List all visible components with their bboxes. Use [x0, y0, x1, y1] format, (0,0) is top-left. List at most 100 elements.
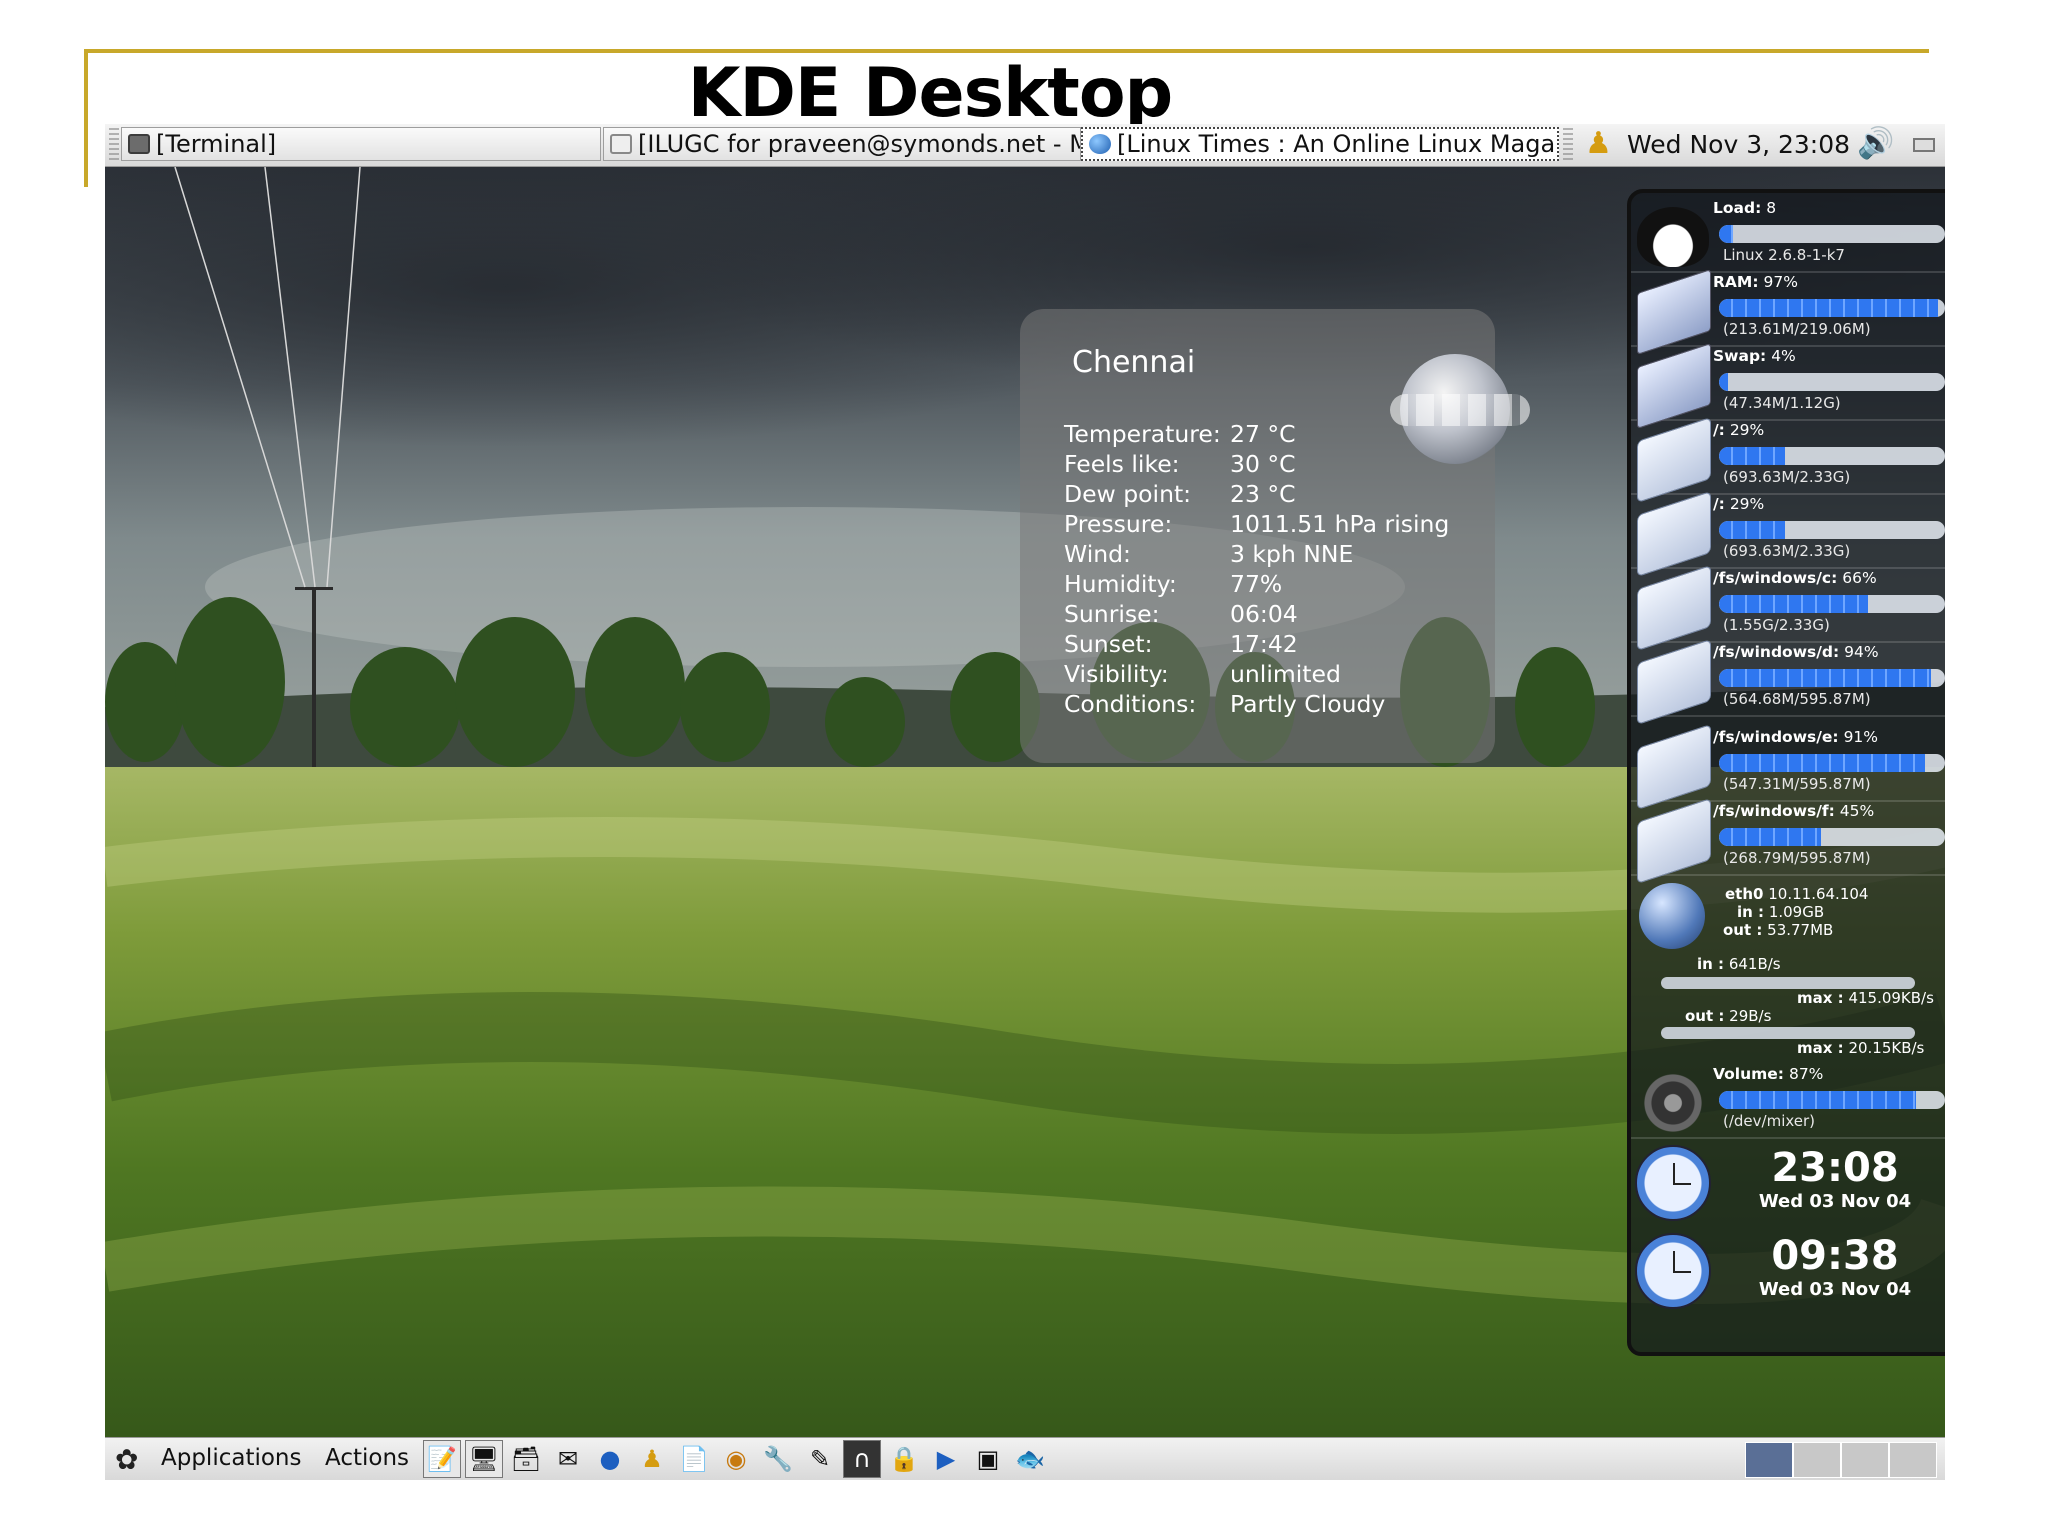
swap-bar	[1719, 373, 1945, 391]
weather-row: Feels like: 30 °C	[1064, 449, 1449, 479]
workspace-3[interactable]	[1841, 1442, 1889, 1478]
person-icon[interactable]: ♟	[1585, 126, 1612, 161]
disk-bar	[1719, 669, 1945, 687]
network-in-max: max : 415.09KB/s	[1797, 989, 1934, 1007]
lock-icon[interactable]: 🔒	[885, 1440, 923, 1478]
arch-icon[interactable]: ∩	[843, 1440, 881, 1478]
notes-icon[interactable]: 📝	[423, 1440, 461, 1478]
terminal-icon	[128, 134, 150, 154]
keyboard-icon[interactable]	[1913, 138, 1935, 152]
weather-row: Sunrise: 06:04	[1064, 599, 1449, 629]
disk-bar	[1719, 447, 1945, 465]
monitor-windows-d: /fs/windows/d: 94% (564.68M/595.87M)	[1631, 638, 1945, 726]
fish-icon[interactable]: 🐟	[1011, 1440, 1049, 1478]
weather-label: Pressure:	[1064, 510, 1173, 538]
weather-row: Wind: 3 kph NNE	[1064, 539, 1449, 569]
gnome-foot-icon[interactable]: ✿	[115, 1443, 138, 1476]
monitor-label: /fs/windows/e: 91%	[1713, 728, 1879, 746]
weather-label: Temperature:	[1064, 420, 1221, 448]
disk-bar	[1719, 521, 1945, 539]
workspace-2[interactable]	[1793, 1442, 1841, 1478]
panel-grip[interactable]	[1563, 128, 1573, 162]
task-mail[interactable]: [ILUGC for praveen@symonds.net - M	[603, 127, 1081, 161]
monitor-label: /fs/windows/d: 94%	[1713, 643, 1879, 661]
weather-city: Chennai	[1072, 345, 1196, 380]
monitor-swap: Swap: 4% (47.34M/1.12G)	[1631, 342, 1945, 430]
weather-row: Conditions: Partly Cloudy	[1064, 689, 1449, 719]
weather-label: Conditions:	[1064, 690, 1197, 718]
task-browser[interactable]: [Linux Times : An Online Linux Maga:	[1081, 127, 1559, 161]
launcher-bar: 📝 🖥 🗃 ✉ ● ♟ 📄 ◉ 🔧 ✎ ∩ 🔒 ▶ ▣ 🐟	[423, 1440, 1049, 1478]
monitor-label: /fs/windows/c: 66%	[1713, 569, 1877, 587]
weather-value: 30 °C	[1230, 450, 1296, 478]
task-terminal[interactable]: [Terminal]	[121, 127, 601, 161]
disk-usage: (268.79M/595.87M)	[1723, 849, 1871, 867]
panel-grip[interactable]	[109, 128, 119, 162]
network-in-total: in : 1.09GB	[1737, 903, 1825, 921]
monitor-clock-second: 09:38 Wed 03 Nov 04	[1631, 1229, 1945, 1317]
clock-date: Wed 03 Nov 04	[1758, 1279, 1912, 1300]
monitor-clock-local: 23:08 Wed 03 Nov 04	[1631, 1141, 1945, 1229]
disk-bar	[1719, 828, 1945, 846]
weather-label: Feels like:	[1064, 450, 1180, 478]
speaker-icon	[1637, 1073, 1709, 1133]
swap-chip-icon	[1637, 342, 1711, 430]
disk-usage: (1.55G/2.33G)	[1723, 616, 1830, 634]
monitor-windows-f: /fs/windows/f: 45% (268.79M/595.87M)	[1631, 797, 1945, 885]
mail-icon[interactable]: ✉	[549, 1440, 587, 1478]
applications-menu[interactable]: Applications	[161, 1445, 302, 1471]
weather-label: Humidity:	[1064, 570, 1177, 598]
globe-icon[interactable]: ●	[591, 1440, 629, 1478]
clock-time: 09:38	[1771, 1233, 1899, 1279]
weather-value: 77%	[1230, 570, 1283, 598]
box-icon[interactable]: ▣	[969, 1440, 1007, 1478]
disk-usage: (693.63M/2.33G)	[1723, 542, 1851, 560]
document-icon[interactable]: 📄	[675, 1440, 713, 1478]
monitor-icon[interactable]: 🖥	[465, 1440, 503, 1478]
monitor-label: Volume: 87%	[1713, 1065, 1824, 1083]
monitor-label: /: 29%	[1713, 495, 1765, 513]
monitor-label: RAM: 97%	[1713, 273, 1798, 291]
hard-disk-icon	[1637, 416, 1711, 504]
weather-value: 06:04	[1230, 600, 1298, 628]
monitor-windows-e: /fs/windows/e: 91% (547.31M/595.87M)	[1631, 723, 1945, 811]
clock-icon	[1635, 1233, 1711, 1309]
system-monitor[interactable]: Load: 8 Linux 2.6.8-1-k7 RAM: 97% (213.6…	[1627, 189, 1945, 1356]
clock-icon	[1635, 1145, 1711, 1221]
weather-widget[interactable]: Chennai Temperature: 27 °C Feels like: 30 …	[1020, 309, 1530, 763]
penguin-icon	[1637, 207, 1709, 267]
panel-clock[interactable]: Wed Nov 3, 23:08	[1627, 130, 1850, 159]
hard-disk-icon	[1637, 797, 1711, 885]
monitor-root-2: /: 29% (693.63M/2.33G)	[1631, 490, 1945, 578]
monitor-label: /: 29%	[1713, 421, 1765, 439]
play-icon[interactable]: ▶	[927, 1440, 965, 1478]
clock-time: 23:08	[1771, 1145, 1899, 1191]
weather-value: Partly Cloudy	[1230, 690, 1386, 718]
person-icon[interactable]: ♟	[633, 1440, 671, 1478]
speaker-icon[interactable]: 🔊	[1857, 126, 1894, 161]
workspace-1[interactable]	[1745, 1442, 1793, 1478]
workspace-4[interactable]	[1889, 1442, 1937, 1478]
weather-row: Sunset: 17:42	[1064, 629, 1449, 659]
bottom-panel: ✿ Applications Actions 📝 🖥 🗃 ✉ ● ♟ 📄 ◉ 🔧…	[105, 1437, 1945, 1480]
actions-menu[interactable]: Actions	[325, 1445, 409, 1471]
ram-bar	[1719, 299, 1945, 317]
monitor-windows-c: /fs/windows/c: 66% (1.55G/2.33G)	[1631, 564, 1945, 652]
eye-icon[interactable]: ◉	[717, 1440, 755, 1478]
monitor-label: /fs/windows/f: 45%	[1713, 802, 1875, 820]
mail-icon	[610, 134, 632, 154]
slide-title-rule	[84, 49, 1929, 53]
tools-icon[interactable]: 🔧	[759, 1440, 797, 1478]
pen-icon[interactable]: ✎	[801, 1440, 839, 1478]
weather-label: Visibility:	[1064, 660, 1169, 688]
files-icon[interactable]: 🗃	[507, 1440, 545, 1478]
hard-disk-icon	[1637, 723, 1711, 811]
monitor-ram: RAM: 97% (213.61M/219.06M)	[1631, 268, 1945, 356]
monitor-label: Load: 8	[1713, 199, 1777, 217]
weather-value: 27 °C	[1230, 420, 1296, 448]
desktop-screen: [Terminal] [ILUGC for praveen@symonds.ne…	[105, 124, 1945, 1480]
weather-value: 1011.51 hPa rising	[1230, 510, 1450, 538]
disk-bar	[1719, 595, 1945, 613]
load-bar	[1719, 225, 1945, 243]
kernel-version: Linux 2.6.8-1-k7	[1723, 246, 1845, 264]
